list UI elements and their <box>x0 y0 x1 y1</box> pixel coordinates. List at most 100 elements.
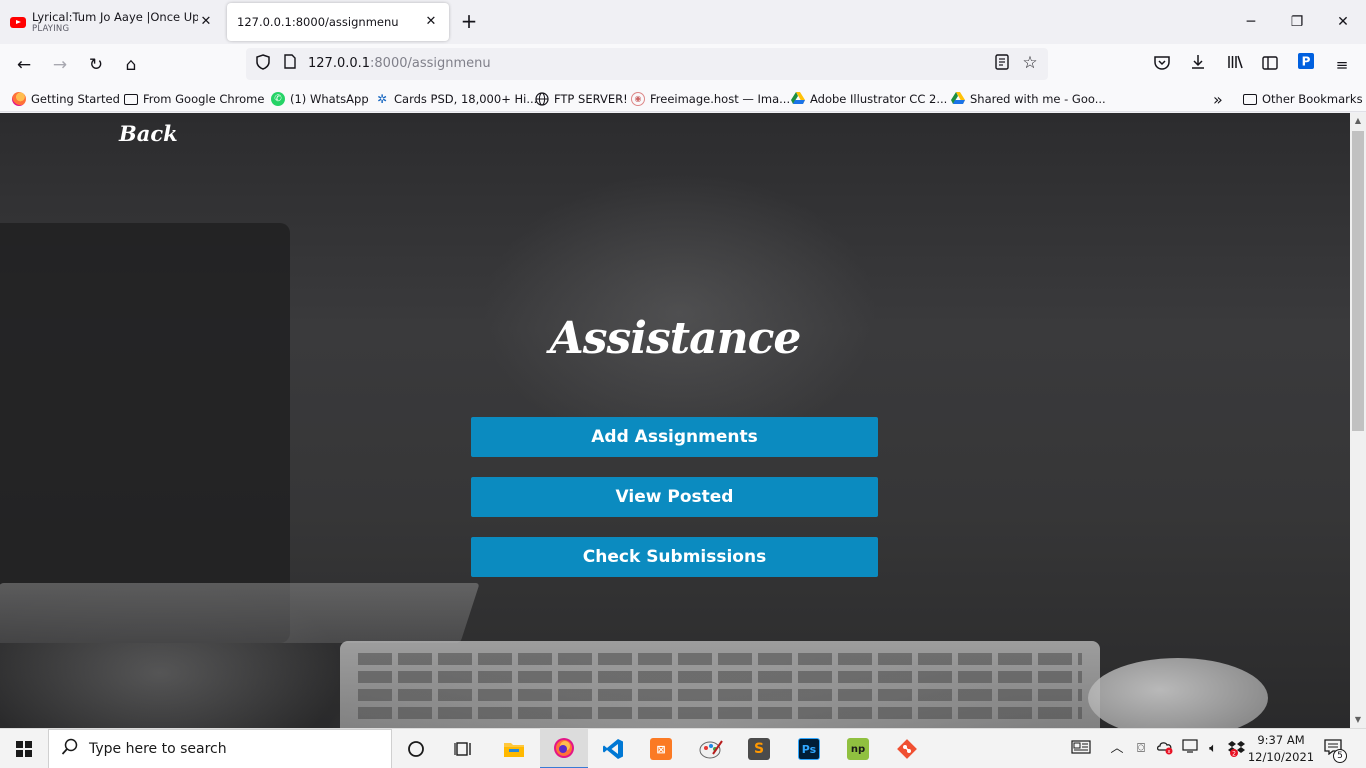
gear-face-icon: ✲ <box>376 92 388 106</box>
check-submissions-button[interactable]: Check Submissions <box>471 537 878 577</box>
bookmark-freeimage[interactable]: ◉ Freeimage.host — Ima... <box>631 90 790 108</box>
search-icon <box>61 738 83 760</box>
sidebar-icon[interactable] <box>1256 51 1284 79</box>
background-key-row <box>358 707 1082 719</box>
google-drive-icon <box>951 92 965 106</box>
bookmark-adobe-illustrator[interactable]: Adobe Illustrator CC 2... <box>791 90 947 108</box>
cortana-icon[interactable] <box>392 729 440 768</box>
reader-view-icon[interactable] <box>992 54 1012 74</box>
show-hidden-icons-chevron-icon[interactable]: ︿ <box>1107 739 1127 759</box>
tab-youtube[interactable]: Lyrical:Tum Jo Aaye |Once Upon PLAYING ✕ <box>0 3 224 41</box>
url-text[interactable]: 127.0.0.1:8000/assignmenu <box>308 56 491 71</box>
system-clock[interactable]: 9:37 AM 12/10/2021 <box>1246 732 1316 766</box>
bookmark-star-icon[interactable]: ☆ <box>1020 53 1040 73</box>
tab-assignmenu[interactable]: 127.0.0.1:8000/assignmenu ✕ <box>227 3 449 41</box>
tab-title: Lyrical:Tum Jo Aaye |Once Upon <box>32 10 198 24</box>
extension-p-icon[interactable]: P <box>1292 51 1320 79</box>
bookmark-shared-with-me[interactable]: Shared with me - Goo... <box>951 90 1106 108</box>
bookmarks-overflow-chevron-icon[interactable]: » <box>1213 90 1223 109</box>
hamburger-menu-icon[interactable]: ≡ <box>1328 51 1356 79</box>
minimize-button[interactable]: ─ <box>1228 8 1274 36</box>
notification-count-badge: 5 <box>1333 749 1347 763</box>
git-icon[interactable] <box>883 729 931 768</box>
reload-icon[interactable]: ↻ <box>82 51 110 79</box>
task-view-icon[interactable] <box>440 729 488 768</box>
view-posted-button[interactable]: View Posted <box>471 477 878 517</box>
background-laptop-base <box>0 583 480 643</box>
paint-icon[interactable] <box>687 729 735 768</box>
navigation-toolbar: ← → ↻ ⌂ 127.0.0.1:8000/assignmenu ☆ P ≡ <box>0 44 1366 86</box>
window-close-button[interactable]: ✕ <box>1320 8 1366 36</box>
bookmark-getting-started[interactable]: Getting Started <box>12 90 120 108</box>
svg-text:x: x <box>1168 749 1171 755</box>
new-tab-button[interactable]: + <box>458 11 480 33</box>
meet-now-icon[interactable]: ⌼ <box>1131 739 1151 759</box>
scroll-down-arrow-icon[interactable]: ▼ <box>1350 712 1366 728</box>
back-link[interactable]: Back <box>119 121 178 146</box>
pocket-icon[interactable] <box>1148 51 1176 79</box>
bookmark-whatsapp[interactable]: ✆ (1) WhatsApp <box>271 90 369 108</box>
windows-taskbar: Type here to search ⊠ S Ps np ︿ ⌼ x 🔈︎ 2… <box>0 728 1366 768</box>
add-assignments-button[interactable]: Add Assignments <box>471 417 878 457</box>
scroll-up-arrow-icon[interactable]: ▲ <box>1350 113 1366 129</box>
file-explorer-icon[interactable] <box>490 729 538 768</box>
sublime-text-icon[interactable]: S <box>735 729 783 768</box>
bookmarks-toolbar: Getting Started From Google Chrome ✆ (1)… <box>0 86 1366 112</box>
tracking-shield-icon[interactable] <box>254 54 272 74</box>
background-mouse <box>1088 658 1268 728</box>
bookmark-folder-google-chrome[interactable]: From Google Chrome <box>124 90 264 108</box>
start-button[interactable] <box>0 729 48 768</box>
tab-playing-label: PLAYING <box>32 24 70 34</box>
svg-text:P: P <box>1302 55 1311 69</box>
downloads-icon[interactable] <box>1184 51 1212 79</box>
tab-title: 127.0.0.1:8000/assignmenu <box>237 15 399 29</box>
home-icon[interactable]: ⌂ <box>117 51 145 79</box>
library-icon[interactable] <box>1221 51 1249 79</box>
search-placeholder: Type here to search <box>89 741 227 757</box>
bookmark-ftp-server[interactable]: FTP SERVER! <box>535 90 628 108</box>
firefox-icon <box>12 92 26 106</box>
back-arrow-icon[interactable]: ← <box>10 51 38 79</box>
speaker-volume-icon[interactable]: 🔈︎ <box>1203 739 1223 759</box>
windows-logo-icon <box>16 741 32 757</box>
bookmark-label: Shared with me - Goo... <box>970 92 1106 106</box>
page-scrollbar[interactable]: ▲ ▼ <box>1350 113 1366 728</box>
photoshop-icon[interactable]: Ps <box>785 729 833 768</box>
news-widget-icon[interactable] <box>1070 739 1092 759</box>
bookmark-label: From Google Chrome <box>143 92 265 106</box>
display-icon[interactable] <box>1180 739 1200 759</box>
vscode-icon[interactable] <box>589 729 637 768</box>
clock-time: 9:37 AM <box>1257 733 1305 747</box>
notepad-plus-icon[interactable]: np <box>834 729 882 768</box>
close-icon[interactable]: ✕ <box>198 14 214 30</box>
page-info-icon[interactable] <box>282 54 298 74</box>
background-key-row <box>358 689 1082 701</box>
svg-text:2: 2 <box>1232 751 1236 758</box>
globe-icon <box>535 92 549 106</box>
url-bar[interactable]: 127.0.0.1:8000/assignmenu ☆ <box>246 48 1048 80</box>
whatsapp-icon: ✆ <box>271 92 285 106</box>
other-bookmarks-folder[interactable]: Other Bookmarks <box>1243 90 1363 108</box>
clock-date: 12/10/2021 <box>1247 750 1315 764</box>
close-icon[interactable]: ✕ <box>423 14 439 30</box>
bookmark-cards-psd[interactable]: ✲ Cards PSD, 18,000+ Hi... <box>375 90 537 108</box>
tab-strip: Lyrical:Tum Jo Aaye |Once Upon PLAYING ✕… <box>0 0 1366 44</box>
maximize-button[interactable]: ❐ <box>1274 8 1320 36</box>
background-key-row <box>358 671 1082 683</box>
dropbox-icon[interactable]: 2 <box>1227 739 1247 759</box>
bookmark-label: Freeimage.host — Ima... <box>650 92 791 106</box>
folder-icon <box>1243 93 1257 105</box>
bookmark-label: Cards PSD, 18,000+ Hi... <box>394 92 538 106</box>
background-key-row <box>358 653 1082 665</box>
onedrive-error-icon[interactable]: x <box>1155 739 1175 759</box>
page-title: Assistance <box>549 313 802 364</box>
bookmark-label: (1) WhatsApp <box>290 92 369 106</box>
freeimage-icon: ◉ <box>631 92 645 106</box>
page-content: Back Assistance Add Assignments View Pos… <box>0 113 1350 728</box>
folder-icon <box>124 93 138 105</box>
taskbar-search-box[interactable]: Type here to search <box>48 729 392 768</box>
xampp-icon[interactable]: ⊠ <box>637 729 685 768</box>
scrollbar-thumb[interactable] <box>1352 131 1364 431</box>
firefox-icon[interactable] <box>540 729 588 768</box>
forward-arrow-icon[interactable]: → <box>46 51 74 79</box>
